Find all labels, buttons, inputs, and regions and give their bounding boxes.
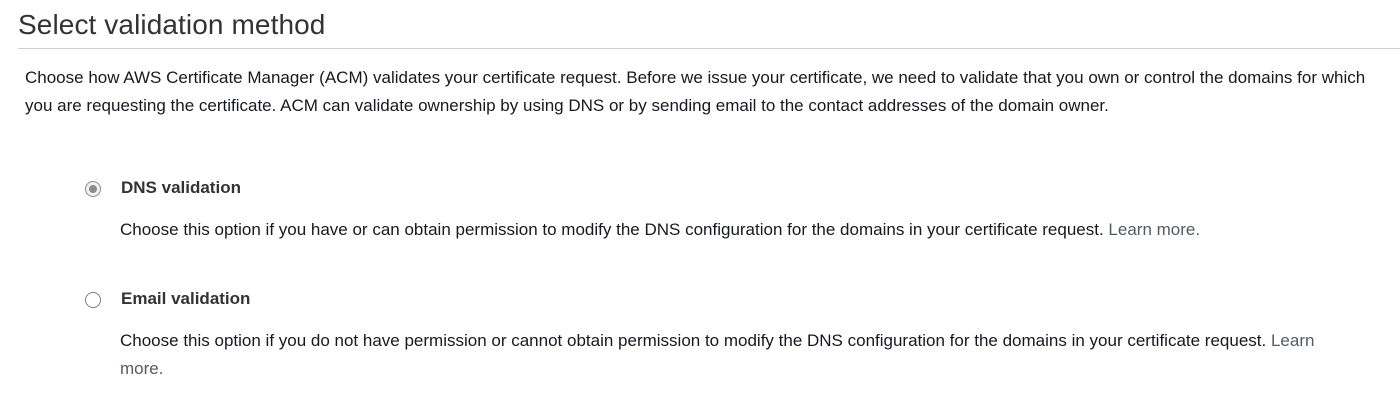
email-validation-description: Choose this option if you do not have pe…	[120, 327, 1360, 383]
dns-validation-label[interactable]: DNS validation	[121, 176, 241, 200]
dns-validation-description-text: Choose this option if you have or can ob…	[120, 220, 1104, 239]
email-validation-description-text: Choose this option if you do not have pe…	[120, 331, 1267, 350]
section-title: Select validation method	[18, 9, 326, 40]
title-divider	[18, 48, 1400, 49]
section-description: Choose how AWS Certificate Manager (ACM)…	[25, 68, 1366, 115]
dns-learn-more-link[interactable]: Learn more.	[1108, 220, 1200, 239]
dns-validation-radio[interactable]	[85, 181, 101, 197]
dns-validation-description: Choose this option if you have or can ob…	[120, 216, 1360, 244]
email-validation-radio[interactable]	[85, 292, 101, 308]
email-validation-label[interactable]: Email validation	[121, 287, 250, 311]
